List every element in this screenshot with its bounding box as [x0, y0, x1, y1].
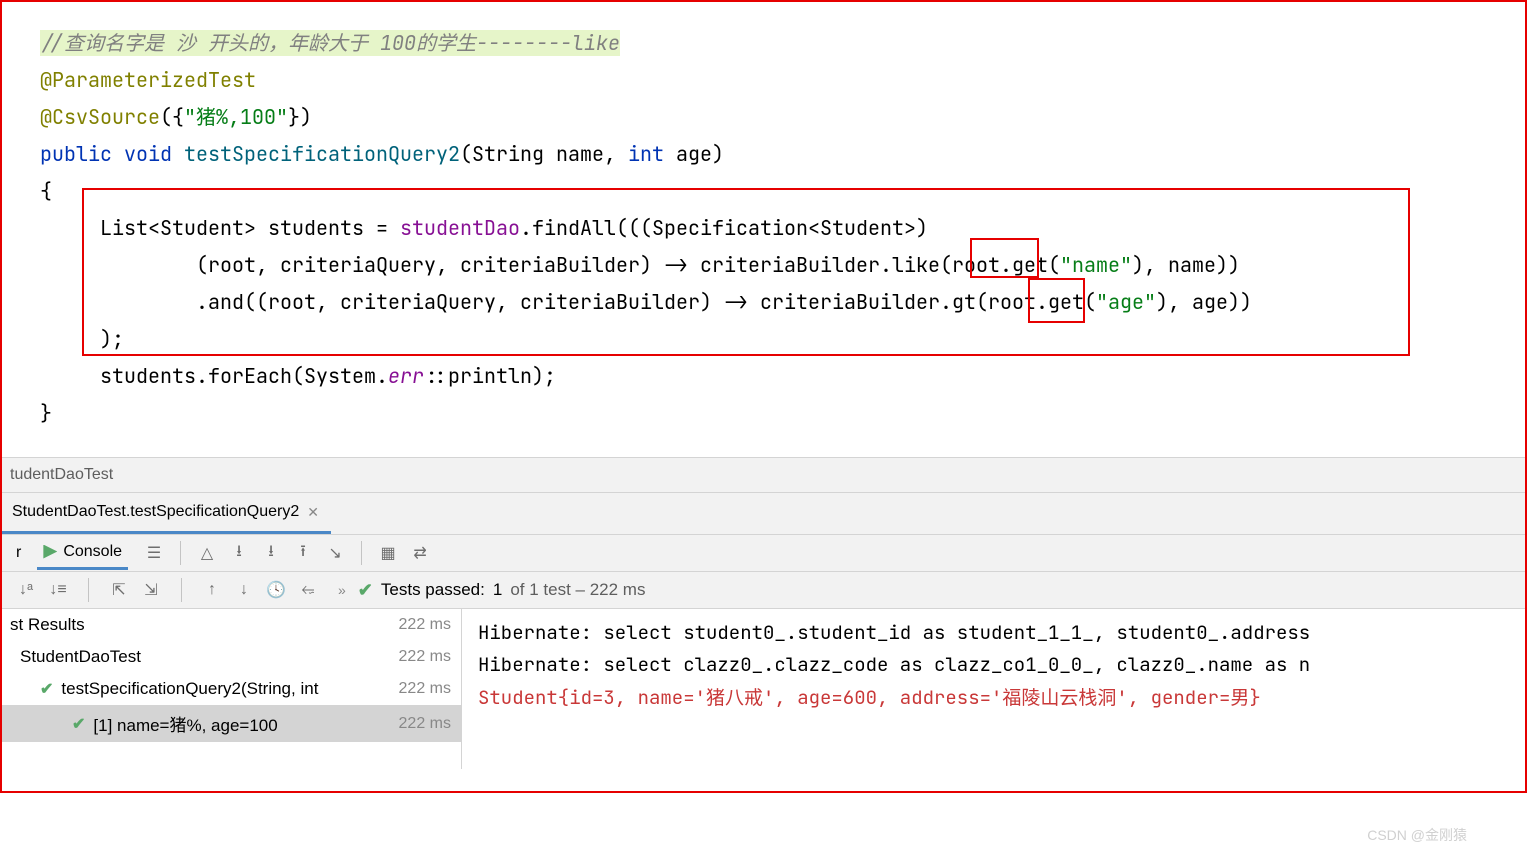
watermark: CSDN @金刚猿	[1367, 825, 1467, 845]
main-highlight-border	[0, 0, 1527, 793]
